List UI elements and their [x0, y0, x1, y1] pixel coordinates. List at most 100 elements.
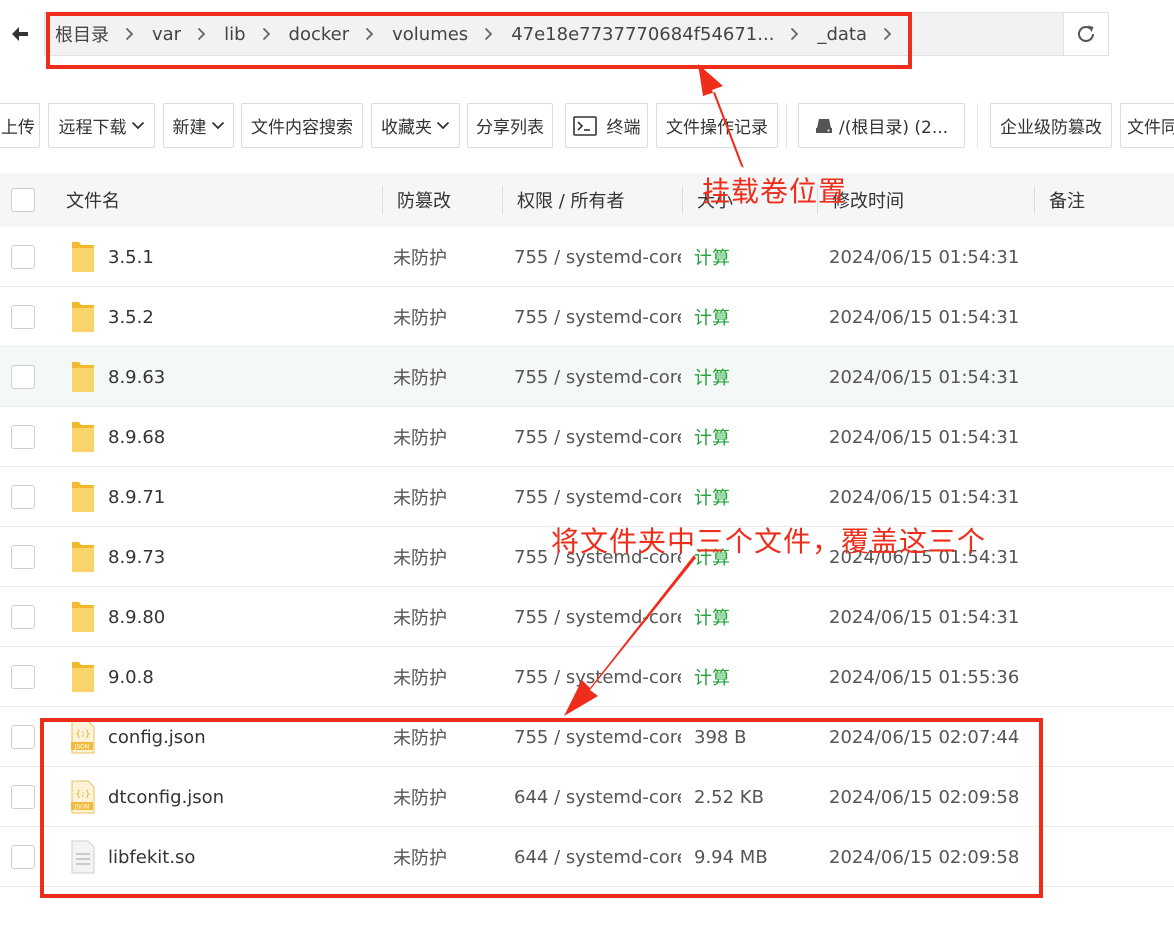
- row-checkbox[interactable]: [11, 665, 35, 689]
- new-button[interactable]: 新建: [163, 103, 234, 148]
- table-row[interactable]: 3.5.1 未防护 755 / systemd-core 计算 2024/06/…: [0, 227, 1174, 287]
- tamper-status: 未防护: [393, 608, 447, 629]
- permission-owner[interactable]: 755 / systemd-core: [514, 647, 681, 707]
- modified-time: 2024/06/15 01:54:31: [829, 486, 1020, 508]
- table-row[interactable]: 8.9.71 未防护 755 / systemd-core 计算 2024/06…: [0, 467, 1174, 527]
- modified-time: 2024/06/15 01:54:31: [829, 426, 1020, 448]
- column-divider: [382, 186, 383, 214]
- column-header-permission[interactable]: 权限 / 所有者: [517, 173, 625, 227]
- arrow-left-icon: [12, 27, 28, 41]
- size-calc-link[interactable]: 计算: [694, 467, 804, 527]
- file-name[interactable]: 8.9.68: [108, 407, 368, 467]
- annotation-mount-location: 挂载卷位置: [702, 175, 848, 208]
- table-row[interactable]: 8.9.63 未防护 755 / systemd-core 计算 2024/06…: [0, 347, 1174, 407]
- share-list-button[interactable]: 分享列表: [467, 103, 553, 148]
- file-name[interactable]: 8.9.73: [108, 527, 368, 587]
- disk-select-button[interactable]: /(根目录) (2...: [798, 103, 965, 148]
- terminal-icon: [572, 115, 597, 136]
- row-checkbox[interactable]: [11, 305, 35, 329]
- folder-icon: [72, 242, 94, 272]
- favorites-button[interactable]: 收藏夹: [371, 103, 460, 148]
- folder-icon: [72, 482, 94, 512]
- file-name[interactable]: 8.9.80: [108, 587, 368, 647]
- permission-owner[interactable]: 755 / systemd-core: [514, 227, 681, 287]
- tamper-status: 未防护: [393, 368, 447, 389]
- file-sync-button[interactable]: 文件同: [1120, 103, 1174, 148]
- tamper-status: 未防护: [393, 428, 447, 449]
- folder-icon: [72, 362, 94, 392]
- terminal-button[interactable]: 终端: [565, 103, 648, 148]
- size-calc-link[interactable]: 计算: [694, 587, 804, 647]
- folder-icon: [72, 422, 94, 452]
- refresh-button[interactable]: [1063, 12, 1109, 56]
- row-checkbox[interactable]: [11, 545, 35, 569]
- highlight-box-files: [40, 718, 1043, 898]
- disk-icon: [815, 118, 833, 134]
- row-checkbox[interactable]: [11, 785, 35, 809]
- row-checkbox[interactable]: [11, 245, 35, 269]
- operation-log-button[interactable]: 文件操作记录: [656, 103, 778, 148]
- table-row[interactable]: 9.0.8 未防护 755 / systemd-core 计算 2024/06/…: [0, 647, 1174, 707]
- remote-download-button[interactable]: 远程下载: [48, 103, 155, 148]
- chevron-down-icon: [436, 121, 450, 130]
- tamper-protection-button[interactable]: 企业级防篡改: [990, 103, 1112, 148]
- permission-owner[interactable]: 755 / systemd-core: [514, 347, 681, 407]
- folder-icon: [72, 662, 94, 692]
- size-calc-link[interactable]: 计算: [694, 647, 804, 707]
- permission-owner[interactable]: 755 / systemd-core: [514, 407, 681, 467]
- table-row[interactable]: 3.5.2 未防护 755 / systemd-core 计算 2024/06/…: [0, 287, 1174, 347]
- column-divider: [502, 186, 503, 214]
- size-calc-link[interactable]: 计算: [694, 287, 804, 347]
- table-row[interactable]: 8.9.80 未防护 755 / systemd-core 计算 2024/06…: [0, 587, 1174, 647]
- modified-time: 2024/06/15 01:54:31: [829, 246, 1020, 268]
- back-button[interactable]: [0, 12, 40, 56]
- modified-time: 2024/06/15 01:54:31: [829, 606, 1020, 628]
- column-divider: [682, 186, 683, 214]
- folder-icon: [72, 302, 94, 332]
- tamper-status: 未防护: [393, 668, 447, 689]
- folder-icon: [72, 542, 94, 572]
- toolbar: 上传 远程下载 新建 文件内容搜索 收藏夹 分享列表 终端 文件操作记录 /(根…: [0, 80, 1174, 170]
- toolbar-divider: [977, 103, 978, 148]
- tamper-status: 未防护: [393, 548, 447, 569]
- row-checkbox[interactable]: [11, 725, 35, 749]
- file-name[interactable]: 3.5.1: [108, 227, 368, 287]
- row-checkbox[interactable]: [11, 365, 35, 389]
- refresh-icon: [1078, 25, 1094, 42]
- file-name[interactable]: 8.9.63: [108, 347, 368, 407]
- toolbar-divider: [786, 103, 787, 148]
- chevron-down-icon: [211, 121, 225, 130]
- annotation-overwrite-hint: 将文件夹中三个文件，覆盖这三个: [551, 525, 987, 558]
- modified-time: 2024/06/15 01:55:36: [829, 666, 1020, 688]
- size-calc-link[interactable]: 计算: [694, 347, 804, 407]
- column-header-tamper[interactable]: 防篡改: [397, 173, 451, 227]
- modified-time: 2024/06/15 01:54:31: [829, 306, 1020, 328]
- modified-time: 2024/06/15 01:54:31: [829, 366, 1020, 388]
- tamper-status: 未防护: [393, 488, 447, 509]
- row-checkbox[interactable]: [11, 425, 35, 449]
- table-row[interactable]: 8.9.68 未防护 755 / systemd-core 计算 2024/06…: [0, 407, 1174, 467]
- tamper-status: 未防护: [393, 308, 447, 329]
- tamper-status: 未防护: [393, 248, 447, 269]
- file-name[interactable]: 3.5.2: [108, 287, 368, 347]
- size-calc-link[interactable]: 计算: [694, 407, 804, 467]
- chevron-down-icon: [131, 121, 145, 130]
- column-header-name[interactable]: 文件名: [66, 173, 120, 227]
- row-checkbox[interactable]: [11, 485, 35, 509]
- select-all-checkbox[interactable]: [11, 188, 35, 212]
- content-search-button[interactable]: 文件内容搜索: [241, 103, 363, 148]
- column-divider: [1034, 186, 1035, 214]
- table-header: 文件名 防篡改 权限 / 所有者 大小 修改时间 备注: [0, 173, 1174, 227]
- permission-owner[interactable]: 755 / systemd-core: [514, 587, 681, 647]
- file-name[interactable]: 8.9.71: [108, 467, 368, 527]
- folder-icon: [72, 602, 94, 632]
- permission-owner[interactable]: 755 / systemd-core: [514, 467, 681, 527]
- permission-owner[interactable]: 755 / systemd-core: [514, 287, 681, 347]
- size-calc-link[interactable]: 计算: [694, 227, 804, 287]
- column-header-note: 备注: [1049, 191, 1085, 212]
- upload-button[interactable]: 上传: [0, 103, 40, 148]
- file-name[interactable]: 9.0.8: [108, 647, 368, 707]
- row-checkbox[interactable]: [11, 845, 35, 869]
- highlight-box-breadcrumb: [46, 12, 912, 69]
- row-checkbox[interactable]: [11, 605, 35, 629]
